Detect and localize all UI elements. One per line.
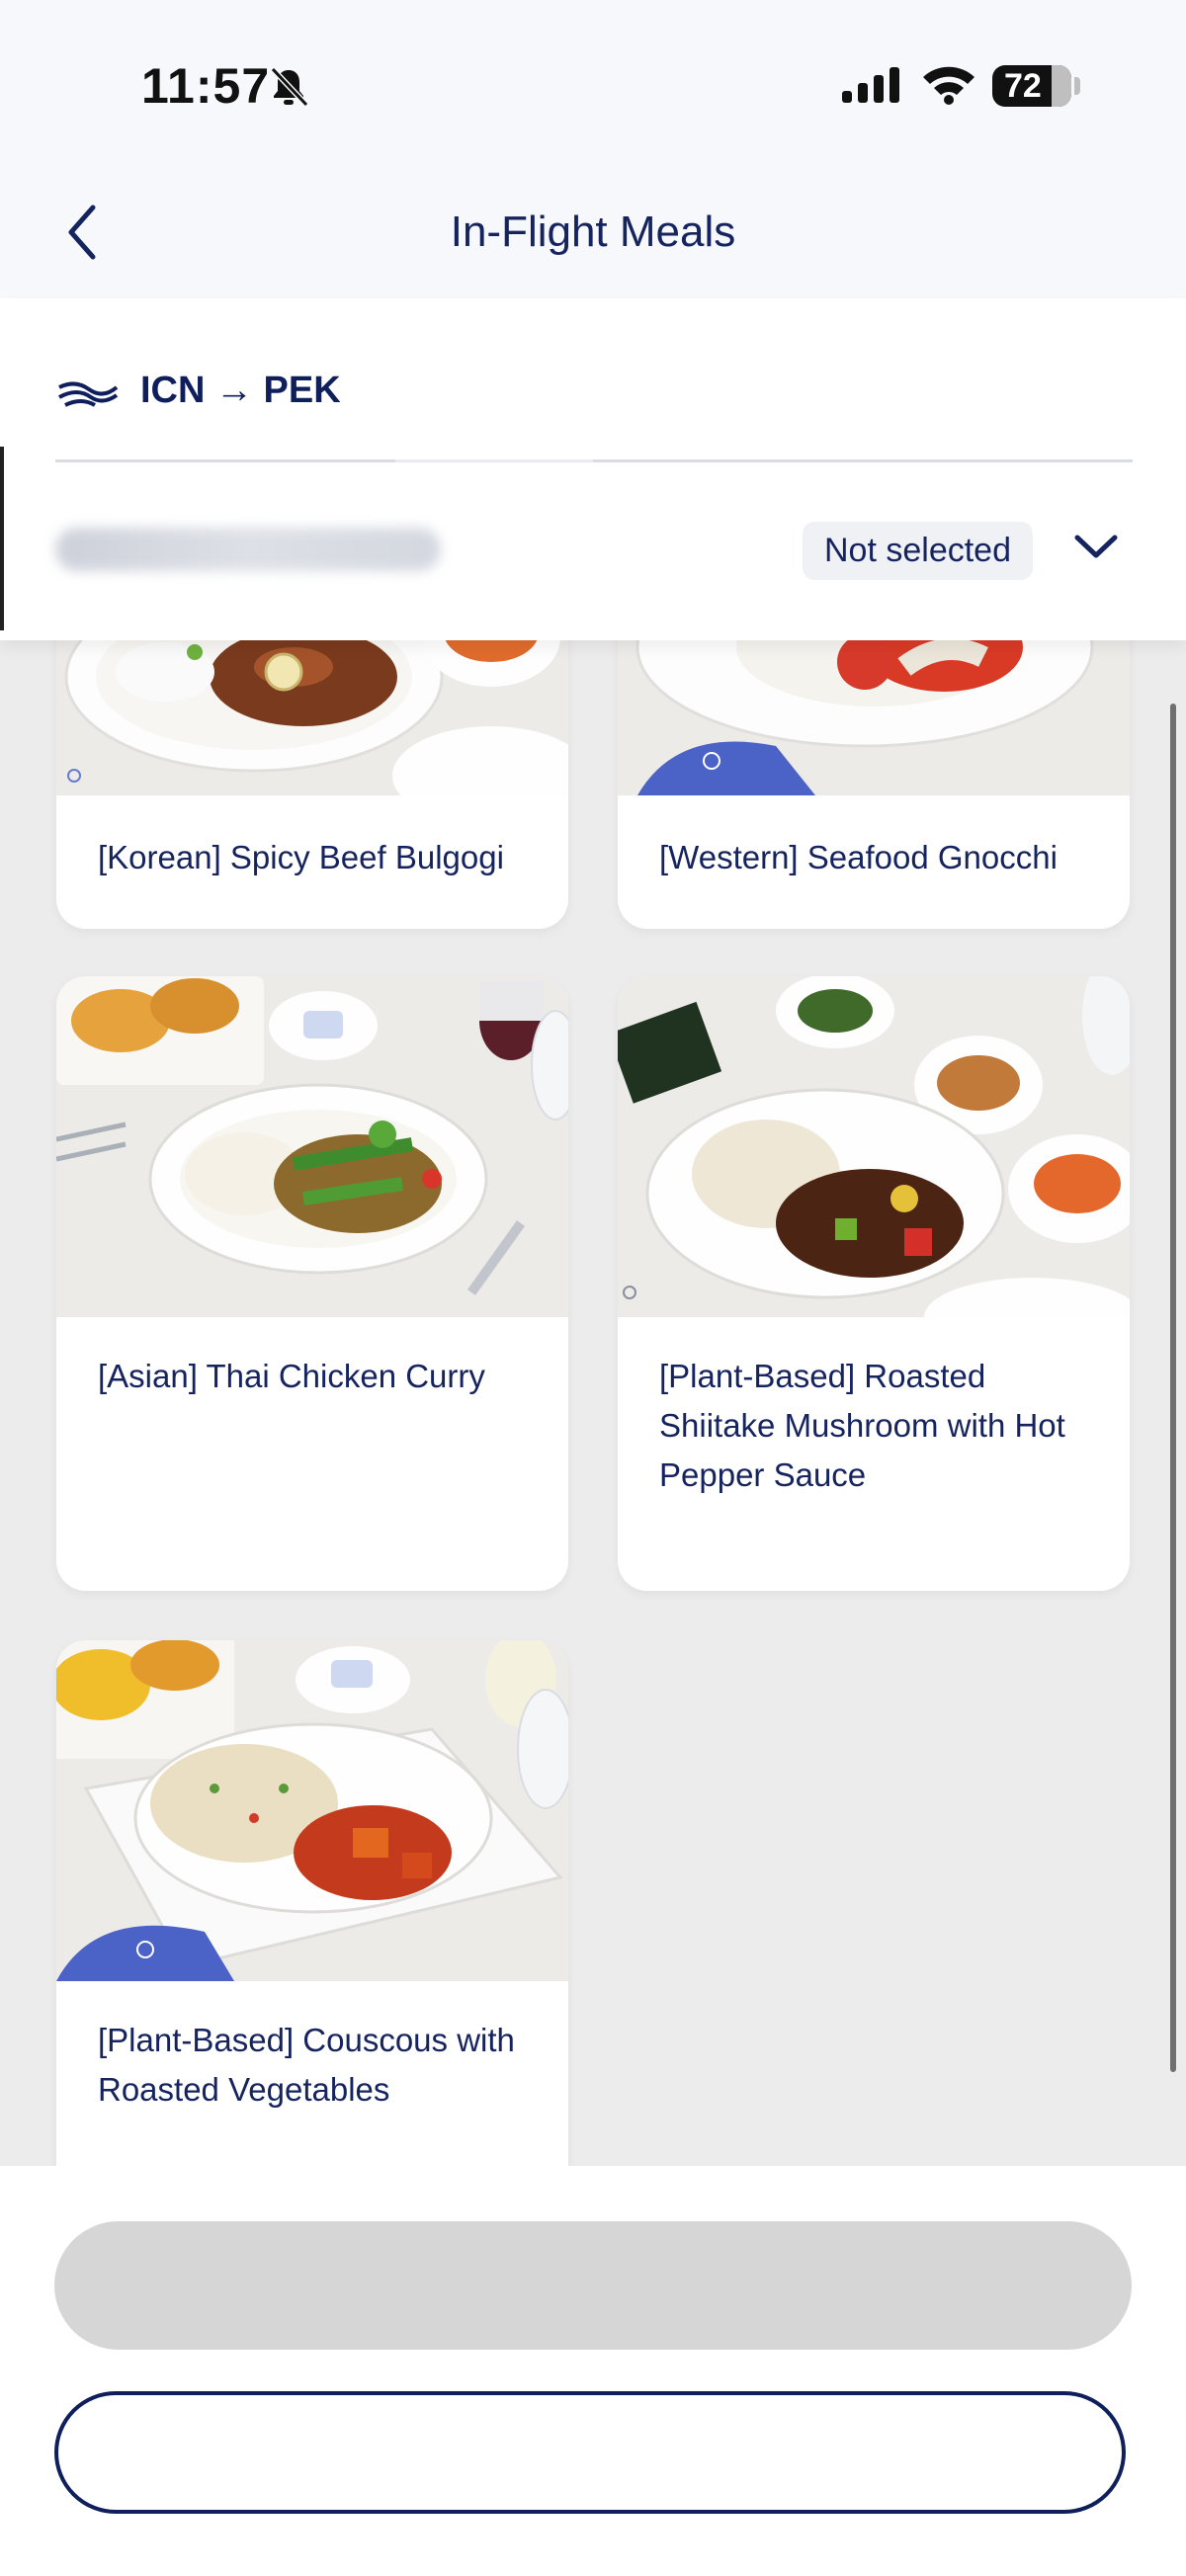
meal-label: [Asian] Thai Chicken Curry: [98, 1358, 485, 1394]
meal-photo: [618, 976, 1130, 1317]
divider: [55, 459, 1133, 462]
meal-card-couscous[interactable]: [Plant-Based] Couscous with Roasted Vege…: [56, 1640, 568, 2233]
airline-logo-icon: [58, 381, 119, 407]
battery-level: 72: [1004, 67, 1042, 105]
route-label: ICN → PEK: [140, 370, 341, 411]
status-bar: 11:57 72: [0, 0, 1186, 168]
clock: 11:57: [141, 58, 271, 114]
chevron-down-icon[interactable]: [1073, 532, 1119, 561]
meal-photo: [56, 976, 568, 1317]
page-title: In-Flight Meals: [450, 208, 736, 256]
wifi-icon: [923, 66, 974, 105]
edge-marker: [0, 447, 4, 630]
meal-label: [Korean] Spicy Beef Bulgogi: [98, 839, 504, 875]
secondary-button[interactable]: [54, 2391, 1126, 2514]
meal-label: [Plant-Based] Roasted Shiitake Mushroom …: [659, 1358, 1065, 1493]
bell-slash-icon: [270, 66, 309, 108]
passenger-name-redacted: [55, 528, 441, 571]
navigation-bar: In-Flight Meals: [0, 168, 1186, 298]
cellular-signal-icon: [842, 67, 899, 103]
meal-status-badge[interactable]: Not selected: [803, 522, 1033, 580]
meal-card-shiitake[interactable]: [Plant-Based] Roasted Shiitake Mushroom …: [618, 976, 1130, 1591]
bottom-action-bar: [0, 2166, 1186, 2576]
scrollbar[interactable]: [1170, 704, 1176, 2072]
meal-label: [Western] Seafood Gnocchi: [659, 839, 1058, 875]
battery-icon: 72: [992, 65, 1071, 107]
meal-card-thai-curry[interactable]: [Asian] Thai Chicken Curry: [56, 976, 568, 1591]
confirm-button[interactable]: [54, 2221, 1132, 2350]
meal-photo: [56, 1640, 568, 1981]
route-panel: ICN → PEK Not selected: [0, 298, 1186, 640]
meal-label: [Plant-Based] Couscous with Roasted Vege…: [98, 2022, 515, 2108]
